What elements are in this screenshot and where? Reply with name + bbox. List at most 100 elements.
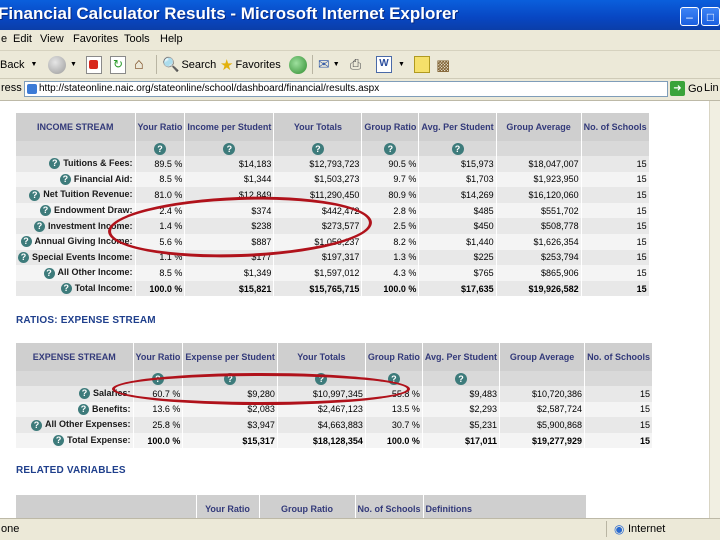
- help-icon[interactable]: ?: [43, 267, 55, 279]
- help-icon[interactable]: ?: [20, 236, 32, 248]
- chevron-down-icon: ▼: [70, 61, 77, 68]
- table-cell: $16,120,060: [496, 187, 582, 203]
- table-row: ? Benefits: 13.6 % $2,083 $2,467,123 13.5 % $2…: [16, 401, 654, 418]
- table-cell: 4.3 %: [361, 265, 420, 281]
- row-label: ? Financial Aid:: [16, 171, 136, 188]
- row-label: ? All Other Expenses:: [16, 417, 134, 433]
- title-bar: Financial Calculator Results - Microsoft…: [0, 0, 720, 30]
- help-icon[interactable]: ?: [34, 220, 46, 232]
- help-icon[interactable]: ?: [153, 142, 166, 155]
- note-icon: [414, 56, 430, 73]
- stop-button[interactable]: [86, 54, 102, 75]
- favorites-label: Favorites: [235, 58, 281, 71]
- menu-favorites[interactable]: Favorites: [73, 33, 118, 45]
- row-label-text: Special Events Income:: [32, 251, 133, 262]
- table-row: ? Special Events Income: 1.1 % $177 $197,317…: [16, 249, 650, 266]
- table-cell: 1.3 %: [361, 249, 420, 266]
- table-cell: 81.0 %: [135, 187, 186, 203]
- links-label[interactable]: Lin: [704, 82, 719, 94]
- globe-icon: ◉: [614, 522, 625, 536]
- row-label-text: All Other Expenses:: [44, 419, 131, 430]
- go-label: Go: [688, 82, 703, 95]
- help-icon[interactable]: ?: [384, 142, 397, 155]
- help-icon[interactable]: ?: [29, 189, 41, 201]
- menu-help[interactable]: Help: [160, 33, 183, 45]
- help-icon[interactable]: ?: [30, 419, 42, 431]
- row-label-text: Total Expense:: [67, 435, 131, 446]
- refresh-button[interactable]: ↻: [110, 54, 126, 75]
- go-arrow-icon: ➜: [670, 81, 685, 96]
- toolbar-separator: [156, 55, 157, 74]
- help-icon[interactable]: ?: [451, 142, 464, 155]
- printer-icon: ⎙: [350, 56, 362, 72]
- table-cell: 90.5 %: [361, 156, 420, 172]
- column-header: [16, 495, 197, 518]
- menu-tools[interactable]: Tools: [124, 33, 150, 45]
- table-cell: $2,293: [422, 401, 501, 418]
- column-header: Expense per Student: [182, 343, 278, 371]
- discuss-button[interactable]: [414, 54, 430, 75]
- page-icon: [27, 84, 37, 94]
- menu-edit[interactable]: Edit: [13, 33, 32, 45]
- column-header: Group Ratio: [365, 343, 423, 371]
- column-header: No. of Schools: [355, 495, 424, 518]
- column-header: EXPENSE STREAM: [16, 343, 134, 371]
- table-cell: 13.5 %: [365, 401, 423, 418]
- table-cell: 15: [581, 156, 650, 172]
- table-cell: $1,703: [418, 171, 497, 188]
- table-cell: $14,269: [418, 187, 497, 203]
- help-icon[interactable]: ?: [18, 251, 29, 263]
- address-bar: ress http://stateonline.naic.org/stateon…: [0, 79, 720, 101]
- table-cell: $4,663,883: [277, 417, 366, 433]
- help-icon[interactable]: ?: [53, 435, 65, 447]
- help-icon[interactable]: ?: [60, 283, 72, 295]
- help-icon[interactable]: ?: [78, 388, 90, 400]
- table-cell: $1,597,012: [273, 265, 363, 281]
- table-cell: $225: [418, 249, 497, 266]
- column-header: No. of Schools: [581, 113, 650, 141]
- help-icon[interactable]: ?: [311, 142, 324, 155]
- help-icon[interactable]: ?: [77, 403, 89, 415]
- table-cell: $18,128,354: [277, 432, 366, 449]
- table-cell: 15: [584, 401, 654, 418]
- edit-button[interactable]: W ▼: [376, 54, 405, 75]
- search-label: Search: [181, 58, 217, 71]
- row-label-text: Net Tuition Revenue:: [43, 189, 133, 200]
- menu-view[interactable]: View: [40, 33, 64, 45]
- research-button[interactable]: ▩: [436, 54, 450, 75]
- row-label: ? Endowment Draw:: [16, 202, 136, 219]
- table-cell: 8.2 %: [361, 233, 420, 250]
- row-label-text: Total Income:: [74, 282, 133, 293]
- table-cell: $1,503,273: [273, 171, 363, 188]
- menu-file[interactable]: e: [1, 33, 7, 45]
- help-icon[interactable]: ?: [49, 158, 61, 170]
- vertical-scrollbar[interactable]: [709, 101, 720, 518]
- favorites-button[interactable]: ★ Favorites: [220, 54, 281, 75]
- help-icon[interactable]: ?: [454, 372, 467, 385]
- go-button[interactable]: ➜ Go: [670, 81, 703, 96]
- toolbar-separator: [312, 55, 313, 74]
- row-label: ? Net Tuition Revenue:: [16, 187, 136, 203]
- help-icon[interactable]: ?: [223, 142, 236, 155]
- table-cell: 89.5 %: [135, 156, 186, 172]
- minimize-button[interactable]: –: [680, 7, 699, 26]
- table-cell: 100.0 %: [365, 432, 423, 449]
- history-button[interactable]: [289, 54, 307, 75]
- search-button[interactable]: 🔍 Search: [162, 54, 216, 75]
- table-cell: $17,011: [422, 432, 501, 449]
- column-header: Group Average: [496, 113, 582, 141]
- home-button[interactable]: ⌂: [134, 54, 144, 75]
- forward-button[interactable]: ▼: [48, 54, 77, 75]
- table-cell: $1,344: [184, 171, 275, 188]
- maximize-button[interactable]: □: [701, 7, 720, 26]
- mail-button[interactable]: ✉ ▼: [318, 54, 340, 75]
- help-icon[interactable]: ?: [40, 205, 52, 217]
- address-input[interactable]: http://stateonline.naic.org/stateonline/…: [24, 81, 668, 97]
- print-button[interactable]: ⎙: [350, 54, 361, 75]
- help-icon[interactable]: ?: [59, 173, 71, 185]
- back-button[interactable]: Back ▼: [0, 54, 37, 75]
- table-cell: $9,483: [422, 386, 501, 402]
- table-cell: 15: [581, 280, 650, 297]
- star-icon: ★: [220, 56, 234, 74]
- row-label: ? All Other Income:: [16, 265, 136, 281]
